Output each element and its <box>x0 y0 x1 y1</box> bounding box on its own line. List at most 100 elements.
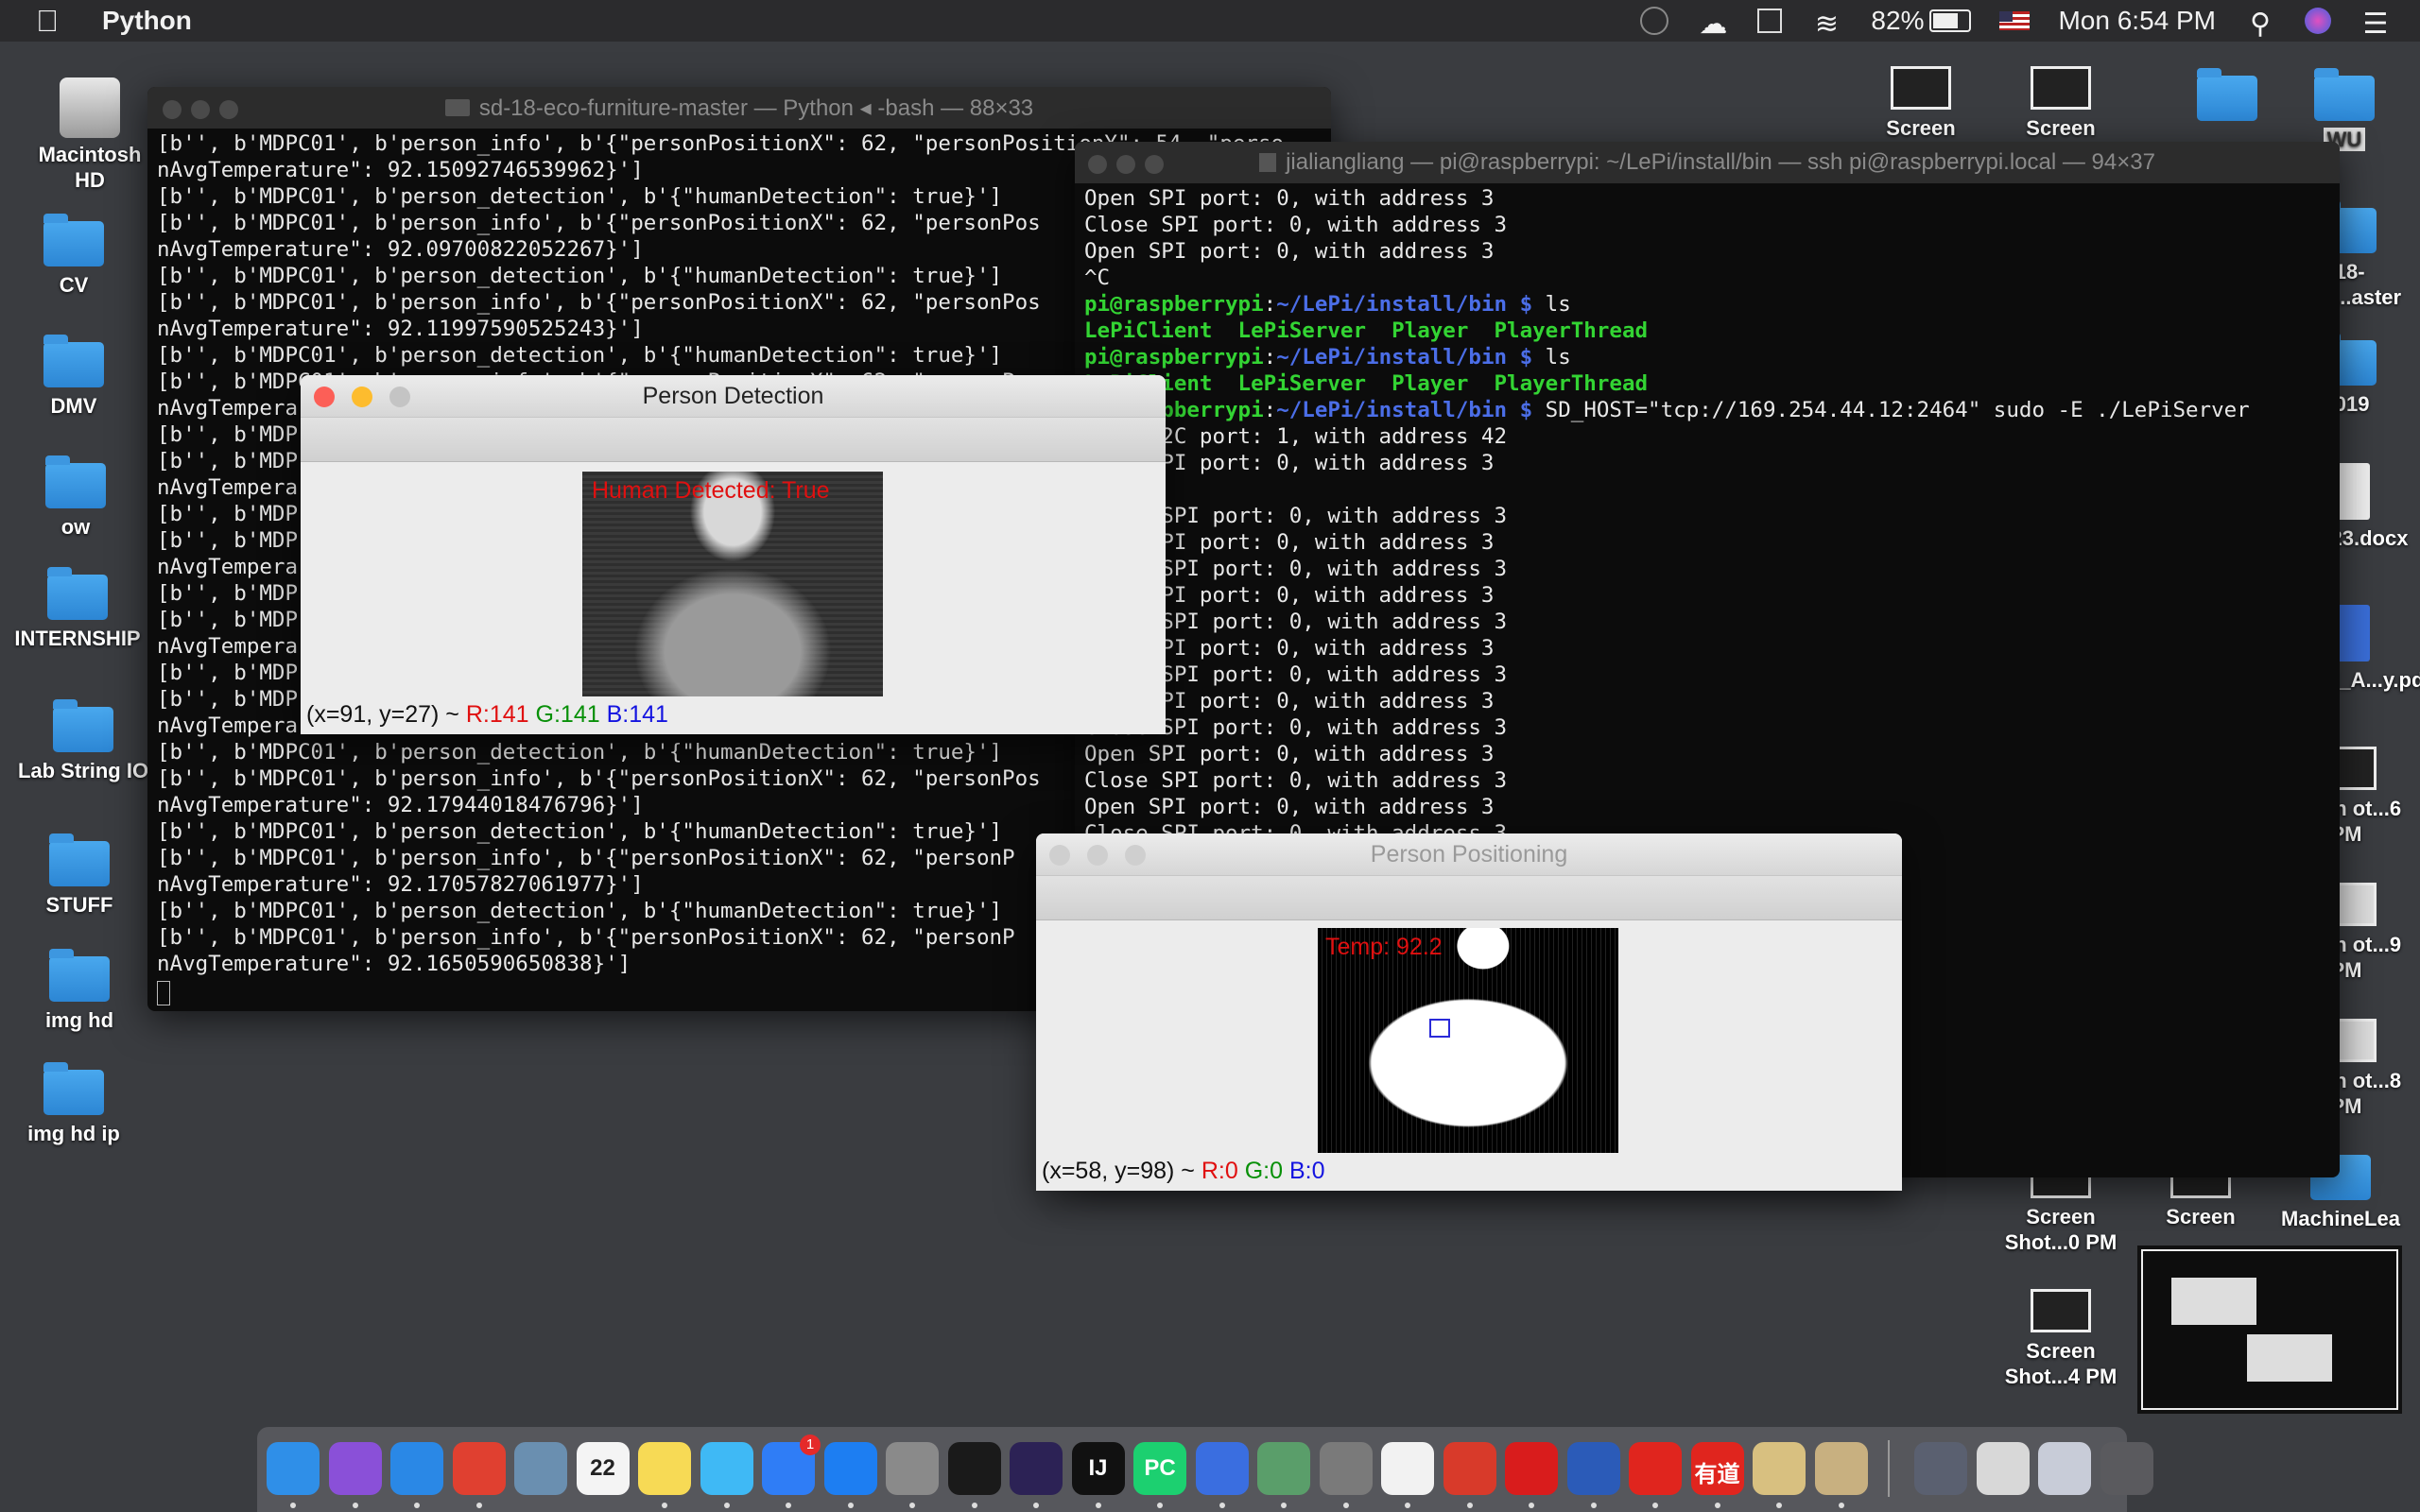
youdao-label: 有道 <box>1694 1462 1740 1487</box>
siri-icon[interactable] <box>328 1442 382 1495</box>
close-button[interactable] <box>1049 845 1070 866</box>
desktop-folder-internship[interactable]: INTERNSHIP <box>11 567 144 651</box>
window-toolbar <box>1036 876 1902 920</box>
youdao-icon[interactable]: 有道 <box>1690 1442 1744 1495</box>
running-indicator <box>475 1503 482 1508</box>
terminal-line: [b'', b'MDPC01', b'person_info', b'{"per… <box>157 211 1041 235</box>
terminal-line: [b'', b'MDPC01', b'person_detection', b'… <box>157 899 1003 923</box>
close-button[interactable] <box>314 387 335 407</box>
terminal-line: Open SPI port: 0, with address 3 <box>1084 742 1495 766</box>
window-titlebar[interactable]: Person Detection <box>301 375 1166 418</box>
word-icon[interactable] <box>1566 1442 1620 1495</box>
siri-icon[interactable] <box>2305 8 2331 34</box>
zoom-button[interactable] <box>389 387 410 407</box>
pixel-status-bar: (x=58, y=98) ~ R:0 G:0 B:0 <box>1042 1158 1325 1185</box>
sublime-icon[interactable] <box>1319 1442 1373 1495</box>
desktop-folder-cv[interactable]: CV <box>8 214 140 298</box>
minimize-button[interactable] <box>1087 845 1108 866</box>
desktop-screenshot-4pm[interactable]: Screen Shot...4 PM <box>1995 1289 2127 1389</box>
desktop-folder-ow[interactable]: ow <box>9 455 142 540</box>
terminal-line: LePiClient LePiServer Player PlayerThrea… <box>1084 318 1648 343</box>
thermal-image-binary[interactable]: Temp: 92.2 <box>1318 928 1618 1153</box>
terminal-line: [b'', b'MDPC01', b'person_info', b'{"per… <box>157 925 1015 950</box>
textedit-icon[interactable] <box>1381 1442 1434 1495</box>
intellij-label: IJ <box>1088 1455 1108 1481</box>
antivirus-icon[interactable] <box>1640 7 1669 35</box>
app-store-icon[interactable] <box>823 1442 877 1495</box>
desktop-folder-top[interactable] <box>2161 68 2293 127</box>
active-app-name[interactable]: Python <box>102 6 192 36</box>
preview-icon[interactable] <box>514 1442 567 1495</box>
terminal-line: [b'', b'MDPC01', b'person_info', b'{"per… <box>157 290 1041 315</box>
screenshots-stack-icon[interactable] <box>2038 1442 2091 1495</box>
spotlight-search-icon[interactable]: ⚲ <box>2244 8 2276 40</box>
creative-cloud-icon[interactable]: ☁ <box>1697 8 1729 40</box>
prompt-path: ~/LePi/install/bin <box>1276 292 1508 317</box>
messages-icon[interactable] <box>700 1442 753 1495</box>
safari-icon[interactable] <box>390 1442 443 1495</box>
desktop-screenshot-1[interactable]: Screen <box>1855 66 1987 141</box>
input-source-flag-icon[interactable] <box>1999 11 2031 30</box>
screen-capture-icon[interactable] <box>1757 9 1783 33</box>
apple-menu-icon[interactable]:  <box>36 4 74 39</box>
intellij-icon[interactable]: IJ <box>1071 1442 1125 1495</box>
script-editor-icon[interactable] <box>1753 1442 1806 1495</box>
documents-stack-icon[interactable] <box>1976 1442 2030 1495</box>
remote-desktop-icon[interactable] <box>1443 1442 1496 1495</box>
person-detection-window[interactable]: Person Detection Human Detected: True (x… <box>301 375 1166 734</box>
system-preferences-icon[interactable] <box>886 1442 939 1495</box>
desktop-screenshot-2[interactable]: Screen <box>1995 66 2127 141</box>
running-indicator <box>1590 1503 1597 1508</box>
wifi-icon[interactable]: ≋ <box>1810 8 1842 40</box>
desktop-folder-dmv[interactable]: DMV <box>8 335 140 419</box>
desktop-folder-stuff[interactable]: STUFF <box>13 833 146 918</box>
calendar-icon[interactable]: 22 <box>576 1442 630 1495</box>
finder-icon[interactable] <box>267 1442 320 1495</box>
zoom-button[interactable] <box>1145 155 1164 174</box>
terminal-line: [b'', b'MDP <box>157 608 299 632</box>
desktop-folder-img-hd[interactable]: img hd <box>13 949 146 1033</box>
netease-music-icon[interactable] <box>1629 1442 1682 1495</box>
desktop-folder-img-hd-ip[interactable]: img hd ip <box>8 1062 140 1146</box>
pycharm-icon[interactable]: PC <box>1133 1442 1186 1495</box>
minimize-button[interactable] <box>1116 155 1135 174</box>
close-button[interactable] <box>163 100 182 119</box>
minimize-button[interactable] <box>191 100 210 119</box>
terminal-icon[interactable] <box>947 1442 1001 1495</box>
terminal-line: pi@raspberrypi:~/LePi/install/bin $ SD_H… <box>1084 398 2250 422</box>
pen-icon[interactable] <box>1814 1442 1868 1495</box>
messenger-icon[interactable]: 1 <box>762 1435 821 1495</box>
screenshot-preview-thumbnail[interactable] <box>2141 1249 2398 1410</box>
downloads-stack-icon[interactable] <box>1914 1442 1967 1495</box>
screenshot-thumbnail-icon <box>2031 1289 2091 1332</box>
acrobat-icon[interactable] <box>1505 1442 1558 1495</box>
notes-icon[interactable] <box>638 1442 691 1495</box>
xcode-icon[interactable] <box>1195 1442 1249 1495</box>
trash-icon[interactable] <box>2100 1442 2153 1495</box>
terminal-titlebar[interactable]: sd-18-eco-furniture-master — Python ◂ -b… <box>147 87 1331 129</box>
folder-icon <box>47 567 108 620</box>
terminal-line: [b'', b'MDPC01', b'person_detection', b'… <box>157 819 1003 844</box>
desktop-folder-lab-string-io[interactable]: Lab String IO <box>17 699 149 783</box>
window-titlebar[interactable]: Person Positioning <box>1036 833 1902 876</box>
command-text: ls <box>1532 292 1571 317</box>
terminal-line: [b'', b'MDPC01', b'person_info', b'{"per… <box>157 846 1015 870</box>
terminal-titlebar[interactable]: jialiangliang — pi@raspberrypi: ~/LePi/i… <box>1075 142 2340 183</box>
thermal-image-gray[interactable]: Human Detected: True <box>582 472 883 696</box>
chrome-icon[interactable] <box>452 1442 506 1495</box>
temperature-overlay-text: Temp: 92.2 <box>1325 934 1443 960</box>
atom-icon[interactable] <box>1257 1442 1310 1495</box>
zoom-button[interactable] <box>219 100 238 119</box>
battery-indicator[interactable]: 82% <box>1871 6 1972 36</box>
close-button[interactable] <box>1088 155 1107 174</box>
person-positioning-window[interactable]: Person Positioning Temp: 92.2 (x=58, y=9… <box>1036 833 1902 1191</box>
eclipse-icon[interactable] <box>1010 1442 1063 1495</box>
desktop-folder-wu[interactable]: WU <box>2278 68 2411 152</box>
desktop-icon-macintosh-hd[interactable]: Macintosh HD <box>24 77 156 193</box>
notification-center-icon[interactable]: ☰ <box>2360 8 2392 40</box>
zoom-button[interactable] <box>1125 845 1146 866</box>
terminal-output[interactable]: Open SPI port: 0, with address 3 Close S… <box>1075 183 2340 847</box>
folder-icon <box>444 99 470 116</box>
minimize-button[interactable] <box>352 387 372 407</box>
menu-clock[interactable]: Mon 6:54 PM <box>2058 6 2216 36</box>
